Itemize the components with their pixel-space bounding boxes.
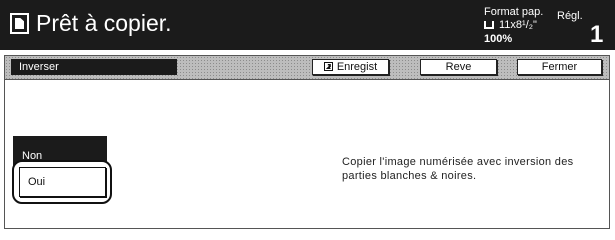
paper-format-label: Format pap.: [484, 6, 544, 18]
option-oui-selection-frame: Oui: [12, 160, 112, 204]
register-arrow-icon: [323, 62, 333, 71]
enregist-label: Enregist: [336, 61, 378, 73]
reve-button[interactable]: Reve: [420, 59, 497, 75]
enregist-button[interactable]: Enregist: [312, 59, 389, 75]
paper-format-value: 11x8¹/₂": [484, 19, 537, 31]
copy-icon: [10, 13, 29, 34]
fermer-button[interactable]: Fermer: [517, 59, 602, 75]
function-title: Inverser: [11, 59, 177, 75]
inverser-panel: Inverser Enregist Reve Fermer Non Oui Co…: [4, 55, 610, 229]
option-oui-button[interactable]: Oui: [19, 167, 106, 197]
zoom-level: 100%: [484, 33, 513, 45]
status-header: Prêt à copier. Format pap. 11x8¹/₂" 100%…: [0, 0, 615, 50]
page-title: Prêt à copier.: [36, 10, 172, 36]
paper-size: 11x8¹/₂": [499, 19, 537, 31]
settings-label: Régl.: [557, 10, 583, 22]
copy-count: 1: [590, 21, 604, 48]
function-description: Copier l'image numérisée avec inversion …: [342, 156, 574, 182]
function-toolbar: Inverser Enregist Reve Fermer: [5, 56, 609, 80]
paper-tray-icon: [484, 21, 494, 29]
